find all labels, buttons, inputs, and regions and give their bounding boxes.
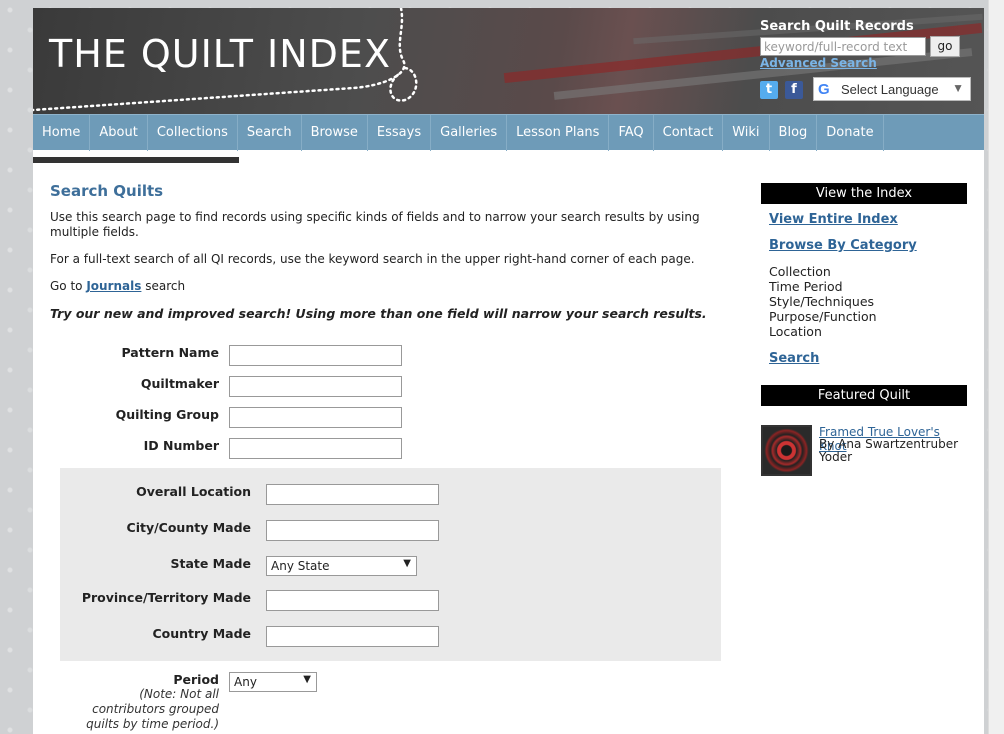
quiltmaker-label: Quiltmaker — [140, 376, 219, 391]
category-list: Collection Time Period Style/Techniques … — [769, 264, 967, 339]
featured-quilt-maker: By Ana Swartzentruber Yoder — [819, 437, 959, 464]
language-label: Select Language — [841, 82, 939, 97]
category-item[interactable]: Collection — [769, 264, 967, 279]
sidebar-search-link[interactable]: Search — [769, 351, 967, 366]
nav-wiki[interactable]: Wiki — [723, 114, 770, 151]
keyword-search-input[interactable] — [760, 37, 926, 56]
pattern-name-label: Pattern Name — [121, 345, 219, 360]
divider — [33, 157, 239, 163]
journals-line: Go to Journals search — [50, 279, 720, 294]
category-item[interactable]: Purpose/Function — [769, 309, 967, 324]
city-county-input[interactable] — [266, 520, 439, 541]
page-title: Search Quilts — [50, 182, 164, 200]
nav-faq[interactable]: FAQ — [609, 114, 654, 151]
fulltext-note: For a full-text search of all QI records… — [50, 252, 695, 266]
period-label: Period — [173, 672, 219, 687]
state-made-label: State Made — [170, 556, 251, 571]
overall-location-input[interactable] — [266, 484, 439, 505]
overall-location-label: Overall Location — [136, 484, 251, 499]
chevron-down-icon: ▼ — [303, 674, 311, 685]
featured-quilt-heading: Featured Quilt — [761, 385, 967, 406]
go-button[interactable]: go — [930, 36, 960, 57]
sidebar: View the Index View Entire Index Browse … — [761, 183, 967, 476]
quiltmaker-input[interactable] — [229, 376, 402, 397]
main-content: Search Quilts Use this search page to fi… — [50, 182, 720, 333]
nav-home[interactable]: Home — [33, 114, 91, 151]
category-item[interactable]: Style/Techniques — [769, 294, 967, 309]
twitter-icon[interactable]: t — [760, 81, 778, 99]
chevron-down-icon: ▼ — [403, 558, 411, 569]
main-nav: Home About Collections Search Browse Ess… — [33, 114, 984, 151]
site-header: THE QUILT INDEX Search Quilt Records go … — [33, 8, 984, 114]
nav-search[interactable]: Search — [238, 114, 302, 151]
category-item[interactable]: Time Period — [769, 279, 967, 294]
page-container: THE QUILT INDEX Search Quilt Records go … — [33, 8, 984, 734]
state-select-value: Any State — [271, 559, 330, 573]
nav-contact[interactable]: Contact — [654, 114, 724, 151]
google-icon: G — [818, 81, 830, 98]
period-note: (Note: Not all contributors grouped quil… — [86, 687, 219, 731]
view-index-heading: View the Index — [761, 183, 967, 204]
nav-galleries[interactable]: Galleries — [431, 114, 508, 151]
search-tip: Try our new and improved search! Using m… — [50, 306, 707, 321]
pattern-name-input[interactable] — [229, 345, 402, 366]
chevron-down-icon: ▼ — [952, 81, 964, 95]
nav-lesson-plans[interactable]: Lesson Plans — [507, 114, 610, 151]
goto-suffix: search — [145, 279, 186, 293]
id-number-input[interactable] — [229, 438, 402, 459]
nav-collections[interactable]: Collections — [148, 114, 238, 151]
quilting-group-input[interactable] — [229, 407, 402, 428]
site-logo[interactable]: THE QUILT INDEX — [49, 32, 391, 76]
nav-blog[interactable]: Blog — [770, 114, 818, 151]
country-input[interactable] — [266, 626, 439, 647]
journals-link[interactable]: Journals — [86, 279, 141, 293]
quilting-group-label: Quilting Group — [115, 407, 219, 422]
intro-text: Use this search page to find records usi… — [50, 210, 700, 239]
featured-quilt-thumbnail[interactable] — [761, 425, 812, 476]
language-select[interactable]: G Select Language ▼ — [813, 77, 971, 101]
nav-browse[interactable]: Browse — [302, 114, 368, 151]
category-item[interactable]: Location — [769, 324, 967, 339]
period-select[interactable]: Any ▼ — [229, 672, 317, 692]
browse-by-category-link[interactable]: Browse By Category — [769, 238, 967, 253]
nav-essays[interactable]: Essays — [368, 114, 432, 151]
period-select-value: Any — [234, 675, 257, 689]
id-number-label: ID Number — [143, 438, 219, 453]
scrollbar[interactable] — [988, 0, 1004, 734]
city-county-label: City/County Made — [126, 520, 251, 535]
state-select[interactable]: Any State ▼ — [266, 556, 417, 576]
view-entire-index-link[interactable]: View Entire Index — [769, 212, 967, 227]
facebook-icon[interactable]: f — [785, 81, 803, 99]
nav-donate[interactable]: Donate — [817, 114, 884, 151]
goto-prefix: Go to — [50, 279, 83, 293]
province-input[interactable] — [266, 590, 439, 611]
nav-about[interactable]: About — [90, 114, 148, 151]
advanced-search-link[interactable]: Advanced Search — [760, 56, 877, 70]
province-label: Province/Territory Made — [81, 590, 251, 605]
header-search-title: Search Quilt Records — [760, 19, 914, 34]
country-label: Country Made — [152, 626, 252, 641]
